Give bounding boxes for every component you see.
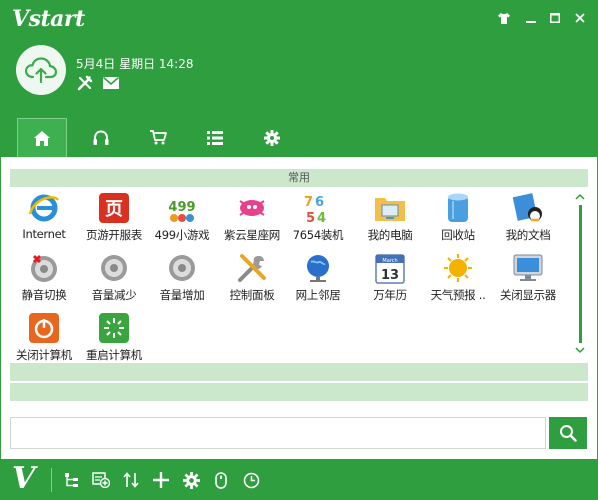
footer-divider: [51, 468, 52, 492]
search-box: [10, 417, 546, 449]
monitor-off-icon: [511, 251, 545, 285]
tab-home[interactable]: [17, 118, 67, 157]
app-499[interactable]: 499 499小游戏: [150, 189, 214, 245]
ie-icon: [27, 191, 61, 225]
volume-down-icon: [97, 251, 131, 285]
svg-text:499: 499: [168, 200, 195, 215]
svg-text:页: 页: [105, 199, 123, 220]
app-internet[interactable]: Internet: [12, 189, 76, 245]
sort-icon[interactable]: [120, 469, 142, 491]
footer-logo[interactable]: V: [12, 462, 35, 496]
scrollbar-thumb[interactable]: [579, 205, 582, 343]
my-documents-icon: [511, 191, 545, 225]
maximize-icon[interactable]: [545, 8, 565, 28]
app-network[interactable]: 网上邻居: [286, 249, 350, 305]
app-volume-up[interactable]: 音量增加: [150, 249, 214, 305]
app-shutdown[interactable]: 关闭计算机: [12, 309, 76, 365]
plus-icon[interactable]: [150, 469, 172, 491]
svg-text:6: 6: [315, 195, 324, 210]
search-button[interactable]: [549, 417, 587, 449]
volume-up-icon: [165, 251, 199, 285]
tab-shop[interactable]: [133, 118, 183, 157]
app-logo: Vstart: [12, 6, 85, 32]
zodiac-icon: [235, 191, 269, 225]
app-control-panel[interactable]: 控制面板: [220, 249, 284, 305]
settings-gear-icon[interactable]: [180, 469, 202, 491]
app-my-documents[interactable]: 我的文档: [496, 189, 560, 245]
category-title: 常用: [10, 169, 588, 187]
mail-icon[interactable]: [102, 74, 120, 92]
svg-text:13: 13: [381, 268, 399, 283]
gear-icon: [264, 129, 280, 146]
calendar-icon: March 13: [373, 251, 407, 285]
app-restart[interactable]: 重启计算机: [82, 309, 146, 365]
search-input[interactable]: [11, 418, 545, 448]
category-bar[interactable]: [10, 383, 588, 401]
app-calendar[interactable]: March 13 万年历: [358, 249, 422, 305]
my-computer-icon: [373, 191, 407, 225]
scroll-down-arrow[interactable]: [574, 347, 586, 357]
svg-text:5: 5: [306, 211, 315, 224]
datetime-label: 5月4日 星期日 14:28: [76, 57, 194, 71]
app-webgame[interactable]: 页 页游开服表: [82, 189, 146, 245]
restart-icon: [97, 311, 131, 345]
add-item-icon[interactable]: [90, 469, 112, 491]
recycle-bin-icon: [441, 191, 475, 225]
network-icon: [301, 251, 335, 285]
svg-text:March: March: [382, 258, 397, 264]
scroll-up-arrow[interactable]: [574, 193, 586, 203]
tab-music[interactable]: [76, 118, 126, 157]
home-icon: [34, 130, 50, 146]
app-my-computer[interactable]: 我的电脑: [358, 189, 422, 245]
clock-icon[interactable]: [240, 469, 262, 491]
mute-toggle-icon: [27, 251, 61, 285]
webgame-icon: 页: [97, 191, 131, 225]
headphones-icon: [93, 130, 109, 145]
weather-icon: [441, 251, 475, 285]
skin-icon[interactable]: [494, 8, 514, 28]
app-monitor-off[interactable]: 关闭显示器: [496, 249, 560, 305]
category-bar[interactable]: [10, 363, 588, 381]
app-volume-down[interactable]: 音量减少: [82, 249, 146, 305]
app-zodiac[interactable]: 紫云星座网: [220, 189, 284, 245]
cloud-upload-icon: [25, 57, 57, 83]
svg-text:4: 4: [317, 211, 326, 224]
app-weather[interactable]: 天气预报 ..: [426, 249, 490, 305]
control-panel-icon: [235, 251, 269, 285]
close-icon[interactable]: [570, 8, 590, 28]
app-recycle-bin[interactable]: 回收站: [426, 189, 490, 245]
search-icon: [560, 425, 577, 442]
tab-settings[interactable]: [247, 118, 297, 157]
cart-icon: [149, 130, 167, 145]
shutdown-icon: [27, 311, 61, 345]
mouse-icon[interactable]: [210, 469, 232, 491]
minimize-icon[interactable]: [521, 8, 541, 28]
game499-icon: 499: [165, 191, 199, 225]
avatar[interactable]: [16, 45, 66, 95]
app-7654[interactable]: 7654 7654装机: [286, 189, 350, 245]
tools-icon[interactable]: [76, 74, 94, 92]
tab-list[interactable]: [190, 118, 240, 157]
install7654-icon: 7654: [301, 191, 335, 225]
app-mute-toggle[interactable]: 静音切换: [12, 249, 76, 305]
svg-text:7: 7: [304, 195, 313, 210]
tree-icon[interactable]: [61, 469, 83, 491]
list-icon: [207, 130, 223, 145]
